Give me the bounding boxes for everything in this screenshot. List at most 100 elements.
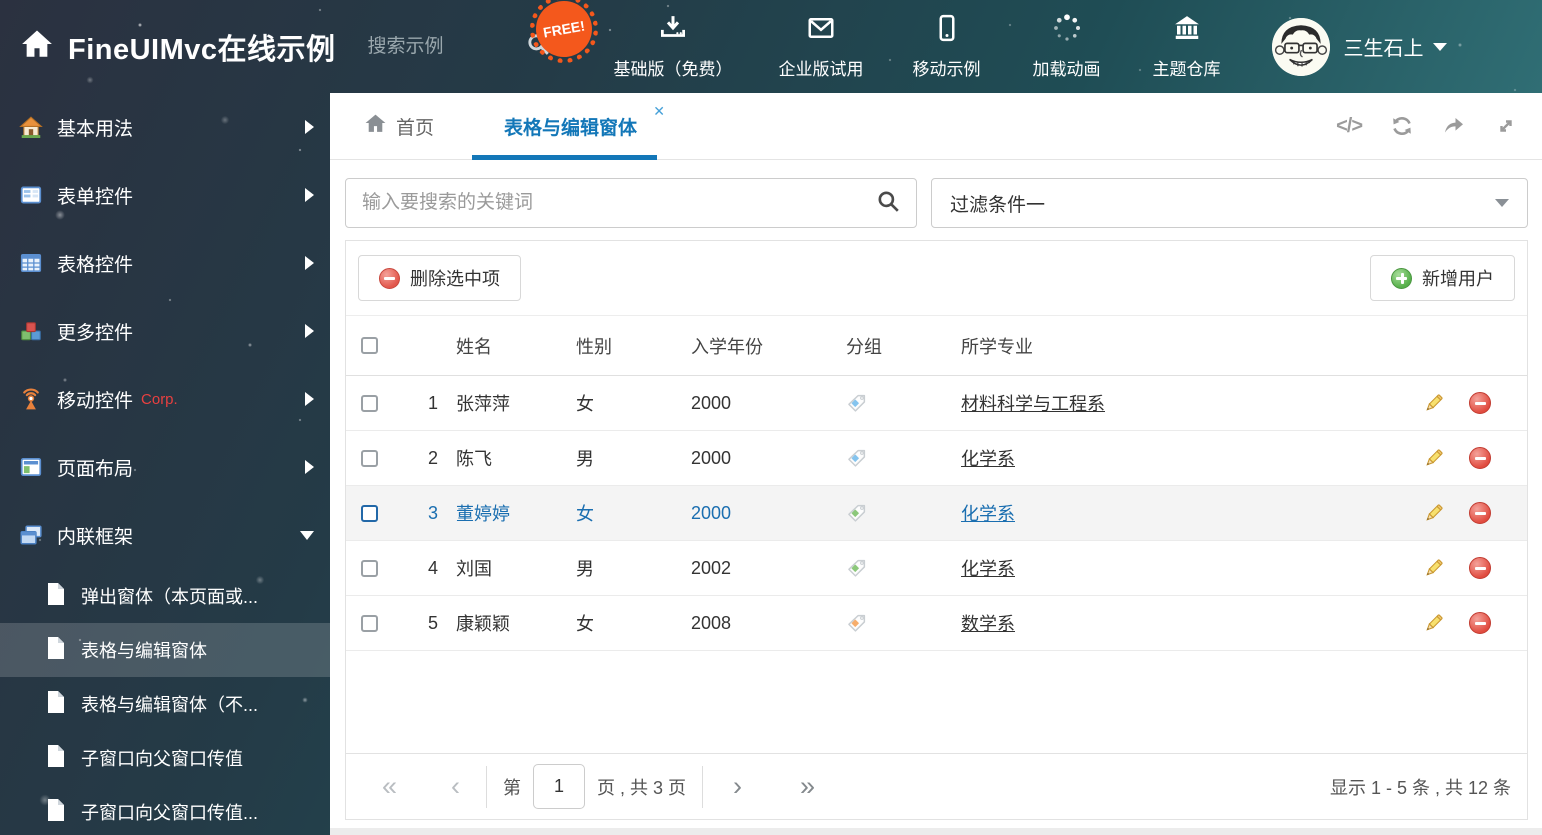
cell-year: 2000	[691, 392, 732, 413]
sidebar-item-grid-controls[interactable]: 表格控件	[0, 229, 330, 297]
sidebar-subitem-popup-window[interactable]: 弹出窗体（本页面或...	[0, 569, 330, 623]
page-number-input[interactable]	[533, 764, 586, 809]
sidebar-subitem-grid-edit-window-2[interactable]: 表格与编辑窗体（不...	[0, 677, 330, 731]
spinner-icon	[1052, 13, 1082, 48]
row-checkbox[interactable]	[361, 394, 378, 412]
table-row-selected[interactable]: 3 董婷婷 女 2000 化学系	[346, 486, 1527, 541]
major-link[interactable]: 材料科学与工程系	[961, 390, 1105, 416]
sidebar-subitem-child-to-parent[interactable]: 子窗口向父窗口传值	[0, 731, 330, 785]
table-row[interactable]: 4 刘国 男 2002 化学系	[346, 541, 1527, 596]
header-search-input[interactable]	[367, 35, 518, 58]
column-header-group[interactable]: 分组	[832, 316, 947, 375]
sidebar-item-mobile-controls[interactable]: 移动控件 Corp.	[0, 365, 330, 433]
refresh-icon[interactable]	[1390, 114, 1414, 138]
major-link[interactable]: 数学系	[961, 610, 1015, 636]
delete-selected-button[interactable]: 删除选中项	[358, 255, 521, 301]
table-row[interactable]: 2 陈飞 男 2000 化学系	[346, 431, 1527, 486]
row-checkbox[interactable]	[361, 614, 378, 632]
row-number: 5	[427, 612, 438, 633]
plus-icon	[1391, 267, 1412, 289]
edit-pencil-icon[interactable]	[1422, 557, 1445, 580]
filter-dropdown[interactable]: 过滤条件一	[931, 178, 1528, 228]
edit-pencil-icon[interactable]	[1422, 447, 1445, 470]
next-page-button[interactable]: ›	[733, 771, 742, 802]
sidebar: 基本用法 表单控件 表格控件 更多控件 移动控件 Corp. 页面布局 内联框架…	[0, 93, 330, 835]
nav-item-theme-store[interactable]: 主题仓库	[1150, 13, 1224, 80]
row-checkbox[interactable]	[361, 504, 378, 522]
close-icon[interactable]: ✕	[653, 103, 665, 120]
table-row[interactable]: 5 康颖颖 女 2008 数学系	[346, 596, 1527, 651]
app-title: FineUIMvc在线示例	[68, 33, 336, 66]
sidebar-item-form-controls[interactable]: 表单控件	[0, 161, 330, 229]
pagination-bar: « ‹ 第 页 , 共 3 页 › » 显示 1 - 5 条 , 共 12 条	[346, 753, 1527, 819]
column-header-name[interactable]: 姓名	[442, 316, 562, 375]
tab-bar: 首页 表格与编辑窗体 ✕ </>	[330, 93, 1542, 160]
major-link[interactable]: 化学系	[961, 555, 1015, 581]
home-icon[interactable]	[20, 27, 54, 66]
grid-toolbar: 删除选中项 新增用户	[346, 241, 1527, 316]
delete-row-icon[interactable]	[1469, 447, 1491, 469]
major-link[interactable]: 化学系	[961, 500, 1015, 526]
cell-year: 2000	[691, 447, 732, 468]
share-icon[interactable]	[1442, 114, 1466, 138]
sidebar-subitem-grid-edit-window[interactable]: 表格与编辑窗体	[0, 623, 330, 677]
delete-row-icon[interactable]	[1469, 392, 1491, 414]
sidebar-item-page-layout[interactable]: 页面布局	[0, 433, 330, 501]
row-number: 2	[427, 447, 438, 468]
code-icon[interactable]: </>	[1336, 115, 1363, 138]
main-content: 首页 表格与编辑窗体 ✕ </> 输入要搜索的关键词 过滤条件一 删除选中项 新…	[330, 93, 1542, 835]
tab-grid-edit-window[interactable]: 表格与编辑窗体 ✕	[472, 93, 665, 160]
edit-pencil-icon[interactable]	[1422, 502, 1445, 525]
nav-label: 基础版（免费）	[613, 60, 733, 79]
column-header-major[interactable]: 所学专业	[947, 316, 1387, 375]
antenna-icon	[18, 387, 44, 411]
filter-row: 过滤条件一	[345, 178, 1528, 228]
mobile-icon	[932, 13, 962, 48]
column-header-gender[interactable]: 性别	[562, 316, 677, 375]
cubes-icon	[18, 319, 44, 343]
chevron-right-icon	[305, 188, 314, 202]
nav-item-enterprise-trial[interactable]: 企业版试用	[779, 13, 864, 80]
download-icon	[658, 13, 688, 48]
add-user-button[interactable]: 新增用户	[1370, 255, 1515, 301]
tab-toolbar: </>	[1336, 114, 1518, 138]
chevron-down-icon	[300, 530, 314, 540]
file-icon	[46, 744, 66, 773]
row-checkbox[interactable]	[361, 559, 378, 577]
major-link[interactable]: 化学系	[961, 445, 1015, 471]
file-icon	[46, 636, 66, 665]
edit-pencil-icon[interactable]	[1422, 612, 1445, 635]
delete-row-icon[interactable]	[1469, 502, 1491, 524]
chevron-down-icon	[1432, 42, 1447, 51]
nav-item-loading-animation[interactable]: 加载动画	[1030, 13, 1104, 80]
user-menu[interactable]: 三生石上	[1271, 17, 1447, 76]
username[interactable]: 三生石上	[1344, 32, 1447, 61]
edit-pencil-icon[interactable]	[1422, 392, 1445, 415]
form-icon	[18, 183, 44, 207]
sidebar-item-basic-usage[interactable]: 基本用法	[0, 93, 330, 161]
first-page-button[interactable]: «	[382, 771, 397, 802]
sidebar-item-iframe[interactable]: 内联框架	[0, 501, 330, 569]
tab-home[interactable]: 首页	[364, 93, 434, 159]
delete-row-icon[interactable]	[1469, 557, 1491, 579]
nav-item-mobile-demo[interactable]: 移动示例	[910, 13, 984, 80]
page-label: 第	[503, 777, 522, 798]
row-checkbox[interactable]	[361, 449, 378, 467]
search-icon[interactable]	[876, 189, 900, 218]
table-empty-space	[346, 651, 1527, 753]
last-page-button[interactable]: »	[800, 771, 815, 802]
sidebar-item-more-controls[interactable]: 更多控件	[0, 297, 330, 365]
nav-item-basic-edition[interactable]: FREE! 基础版（免费）	[531, 0, 733, 80]
envelope-icon	[806, 13, 836, 48]
select-all-checkbox[interactable]	[361, 337, 378, 354]
expand-icon[interactable]	[1494, 114, 1518, 138]
corp-badge: Corp.	[141, 390, 178, 408]
delete-row-icon[interactable]	[1469, 612, 1491, 634]
column-header-year[interactable]: 入学年份	[677, 316, 832, 375]
chevron-right-icon	[305, 256, 314, 270]
keyword-search-input[interactable]	[362, 192, 876, 214]
prev-page-button[interactable]: ‹	[451, 771, 460, 802]
sidebar-subitem-child-to-parent-2[interactable]: 子窗口向父窗口传值...	[0, 785, 330, 835]
file-icon	[46, 690, 66, 719]
table-row[interactable]: 1 张萍萍 女 2000 材料科学与工程系	[346, 376, 1527, 431]
